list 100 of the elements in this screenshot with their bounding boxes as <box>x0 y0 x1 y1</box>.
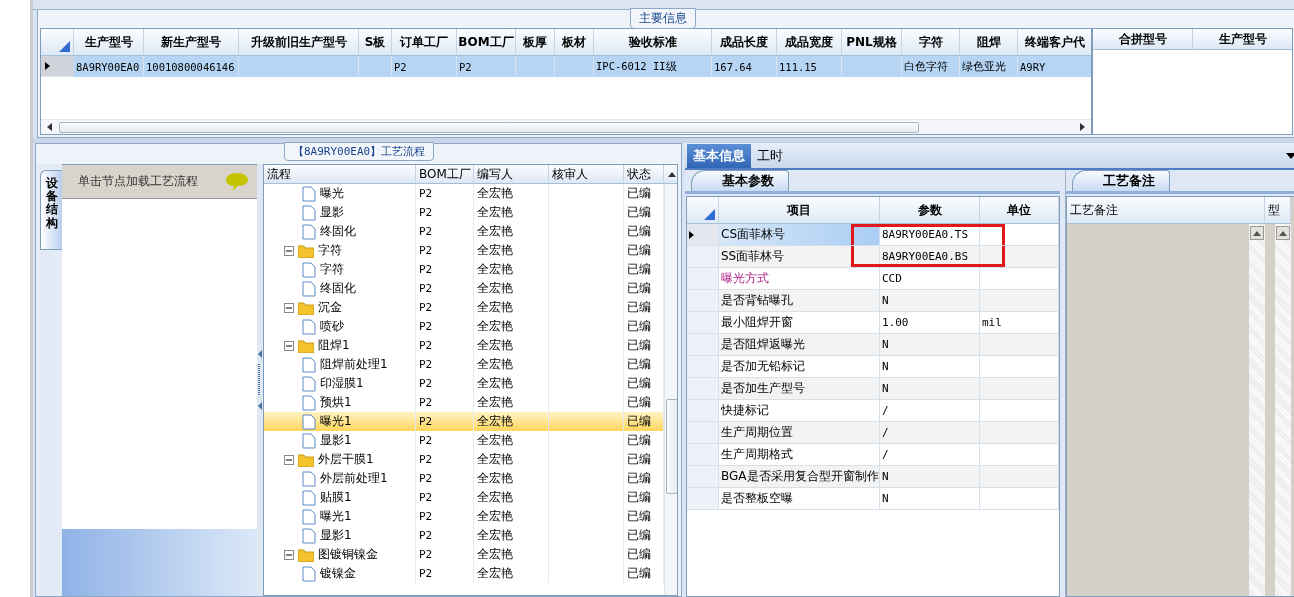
column-header[interactable]: 板材 <box>555 29 594 56</box>
tree-node-label: 曝光1 <box>320 508 352 525</box>
tab[interactable]: 工时 <box>751 144 789 168</box>
tree-node-label: 预烘1 <box>320 394 352 411</box>
tree-node-label: 显影1 <box>320 432 352 449</box>
table-row[interactable]: 是否加生产型号 N <box>687 378 1059 400</box>
table-cell: 111.15 <box>779 60 817 73</box>
column-header[interactable]: 合拼型号 <box>1093 29 1193 50</box>
table-row[interactable]: SS面菲林号 8A9RY00EA0.BS <box>687 246 1059 268</box>
folder-icon <box>298 243 314 258</box>
column-header[interactable]: BOM工厂 <box>457 29 516 56</box>
group-title: 主要信息 <box>630 8 696 29</box>
column-header[interactable]: 生产型号 <box>1193 29 1292 50</box>
tree-node-label: 贴膜1 <box>320 489 352 506</box>
scrollbar[interactable] <box>1249 224 1265 596</box>
document-icon <box>302 413 316 430</box>
tree-node-label: 曝光1 <box>320 413 352 430</box>
table-cell: 8A9RY00EA0.TS <box>882 228 969 241</box>
tree-node-label: 曝光 <box>320 185 344 202</box>
collapse-icon[interactable] <box>284 340 294 351</box>
scroll-right-icon[interactable] <box>1077 122 1087 132</box>
column-header[interactable]: 阻焊 <box>960 29 1018 56</box>
sub-tab[interactable]: 工艺备注 <box>1072 170 1170 191</box>
table-cell: 是否加生产型号 <box>721 380 805 397</box>
dropdown-icon[interactable] <box>1286 153 1294 159</box>
collapse-icon[interactable] <box>284 549 294 560</box>
column-header[interactable]: 核审人 <box>549 165 624 184</box>
column-header[interactable]: 终端客户代 <box>1018 29 1091 56</box>
table-cell: 快捷标记 <box>721 402 769 419</box>
sub-tab[interactable]: 基本参数 <box>691 170 789 191</box>
column-header[interactable]: 状态 <box>624 165 664 184</box>
scrollbar-thumb[interactable] <box>666 399 677 494</box>
table-row[interactable]: CS面菲林号 8A9RY00EA0.TS <box>687 224 1059 246</box>
scroll-up-icon[interactable] <box>1253 230 1261 236</box>
scrollbar-thumb[interactable] <box>59 121 919 133</box>
table-row[interactable]: 最小阻焊开窗 1.00 mil <box>687 312 1059 334</box>
folder-icon <box>298 338 314 353</box>
table-row[interactable]: 是否加无铅标记 N <box>687 356 1059 378</box>
table-row[interactable]: 是否整板空曝 N <box>687 488 1059 510</box>
tree-node-label: 终固化 <box>320 223 356 240</box>
tree-node-label: 印湿膜1 <box>320 375 364 392</box>
side-tab[interactable]: 设备结构 <box>40 170 62 250</box>
document-icon <box>302 185 316 202</box>
tree-node-label: 外层干膜1 <box>318 451 374 468</box>
column-header[interactable]: 工艺备注 <box>1067 197 1265 224</box>
document-icon <box>302 204 316 221</box>
column-header[interactable]: 单位 <box>980 197 1059 224</box>
column-header[interactable]: 验收标准 <box>594 29 712 56</box>
hint-text: 单击节点加载工艺流程 <box>78 173 198 190</box>
tab[interactable]: 基本信息 <box>687 144 751 168</box>
table-cell: 曝光方式 <box>721 270 769 287</box>
table-row[interactable]: 生产周期位置 / <box>687 422 1059 444</box>
tree-node-label: 字符 <box>318 242 342 259</box>
panel-title: 【8A9RY00EA0】工艺流程 <box>284 142 435 161</box>
column-header[interactable]: 字符 <box>902 29 960 56</box>
scroll-up-button[interactable] <box>664 165 677 184</box>
column-header[interactable]: 型 <box>1265 197 1291 224</box>
scroll-left-icon[interactable] <box>45 122 55 132</box>
column-header[interactable]: 成品长度 <box>712 29 777 56</box>
document-icon <box>302 356 316 373</box>
table-row[interactable]: 是否背钻曝孔 N <box>687 290 1059 312</box>
table-row[interactable]: 快捷标记 / <box>687 400 1059 422</box>
column-header[interactable]: 参数 <box>880 197 980 224</box>
scrollbar[interactable] <box>1275 224 1291 596</box>
scrollbar[interactable] <box>664 184 677 595</box>
table-cell: P2 <box>416 564 474 583</box>
scroll-up-icon[interactable] <box>1279 230 1287 236</box>
document-icon <box>302 470 316 487</box>
table-row[interactable]: 8A9RY00EA0 10010800046146 P2 P2 IPC-6012 II级 167.64 111.15 白色字符 绿色亚光 A9RY <box>41 56 1091 77</box>
collapse-icon[interactable] <box>284 245 294 256</box>
column-header[interactable]: 生产型号 <box>74 29 144 56</box>
table-row[interactable]: 生产周期格式 / <box>687 444 1059 466</box>
table-cell: BGA是否采用复合型开窗制作 <box>721 468 879 485</box>
collapse-icon[interactable] <box>284 302 294 313</box>
column-header[interactable]: S板 <box>359 29 392 56</box>
column-header[interactable]: 新生产型号 <box>144 29 239 56</box>
table-cell: / <box>882 426 889 439</box>
table-cell: 绿色亚光 <box>962 59 1006 74</box>
scroll-up-icon[interactable] <box>667 171 676 177</box>
table-row[interactable]: 曝光方式 CCD <box>687 268 1059 290</box>
table-cell: N <box>882 470 889 483</box>
splitter-grip-icon[interactable] <box>258 350 262 410</box>
column-header[interactable]: 订单工厂 <box>392 29 457 56</box>
tree-row[interactable]: 曝光1 P2 全宏艳 已编 <box>264 412 664 431</box>
column-header[interactable]: 编写人 <box>474 165 549 184</box>
table-cell: A9RY <box>1020 60 1046 73</box>
table-row[interactable]: 是否阻焊返曝光 N <box>687 334 1059 356</box>
column-header[interactable]: PNL规格 <box>842 29 902 56</box>
column-header[interactable]: 板厚 <box>516 29 555 56</box>
table-cell: 8A9RY00EA0 <box>76 60 140 73</box>
collapse-icon[interactable] <box>284 454 294 465</box>
row-pointer-icon <box>689 230 694 239</box>
table-row[interactable]: BGA是否采用复合型开窗制作 N <box>687 466 1059 488</box>
table-cell: P2 <box>394 60 407 73</box>
column-header[interactable]: 升级前旧生产型号 <box>239 29 359 56</box>
column-header[interactable]: 成品宽度 <box>777 29 842 56</box>
column-header[interactable]: BOM工厂 <box>416 165 474 184</box>
column-header[interactable]: 流程 <box>264 165 416 184</box>
tree-node-label: 图镀铜镍金 <box>318 546 378 563</box>
column-header[interactable]: 项目 <box>719 197 880 224</box>
